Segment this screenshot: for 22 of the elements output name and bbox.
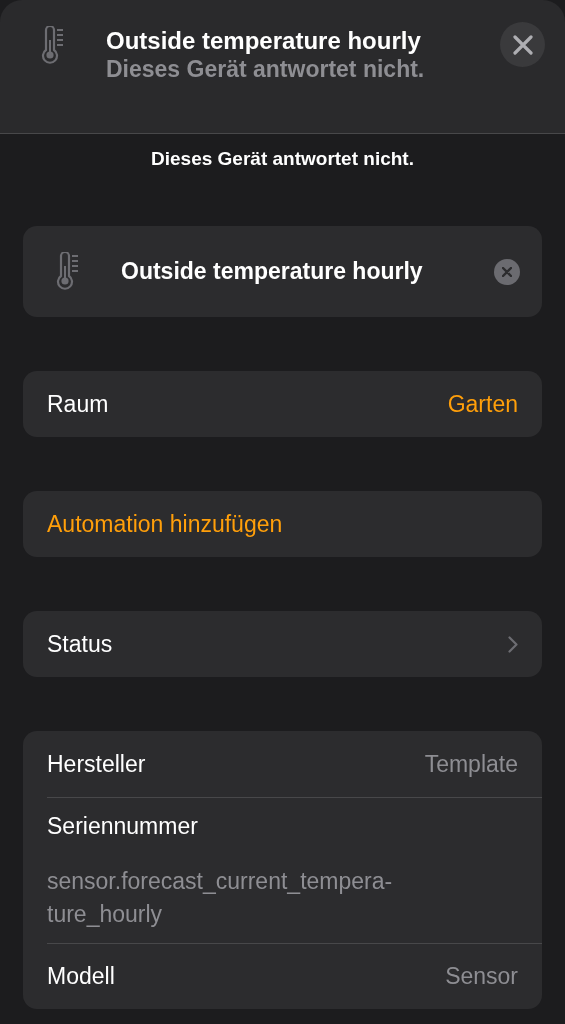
add-automation-link[interactable]: Automation hinzufügen (47, 510, 518, 538)
sheet-title: Outside temperature hourly (106, 26, 422, 55)
chevron-right-icon (508, 635, 518, 653)
status-message: Dieses Gerät antwortet nicht. (150, 147, 415, 171)
clear-icon (502, 266, 512, 277)
row-label: Modell (47, 962, 116, 990)
serial-number-value: sensor.forecast_current_tempera- ture_hourly (47, 867, 394, 929)
thermometer-icon (40, 26, 66, 66)
row-label: Raum (47, 390, 110, 418)
name-field[interactable]: Outside temperature hourly (23, 226, 542, 317)
close-icon (512, 34, 533, 55)
room-link[interactable]: Garten (447, 390, 518, 418)
row-value: Template (424, 750, 518, 778)
row-value: Sensor (445, 962, 518, 990)
row-label: Hersteller (47, 750, 147, 778)
device-name: Outside temperature hourly (121, 258, 424, 285)
clear-button[interactable] (494, 258, 520, 285)
sheet-subtitle: Dieses Gerät antwortet nicht. (106, 55, 426, 83)
status-row[interactable]: Status (23, 611, 542, 677)
close-button[interactable] (500, 22, 545, 67)
row-label: Seriennummer (47, 812, 199, 841)
thermometer-icon (55, 251, 81, 292)
